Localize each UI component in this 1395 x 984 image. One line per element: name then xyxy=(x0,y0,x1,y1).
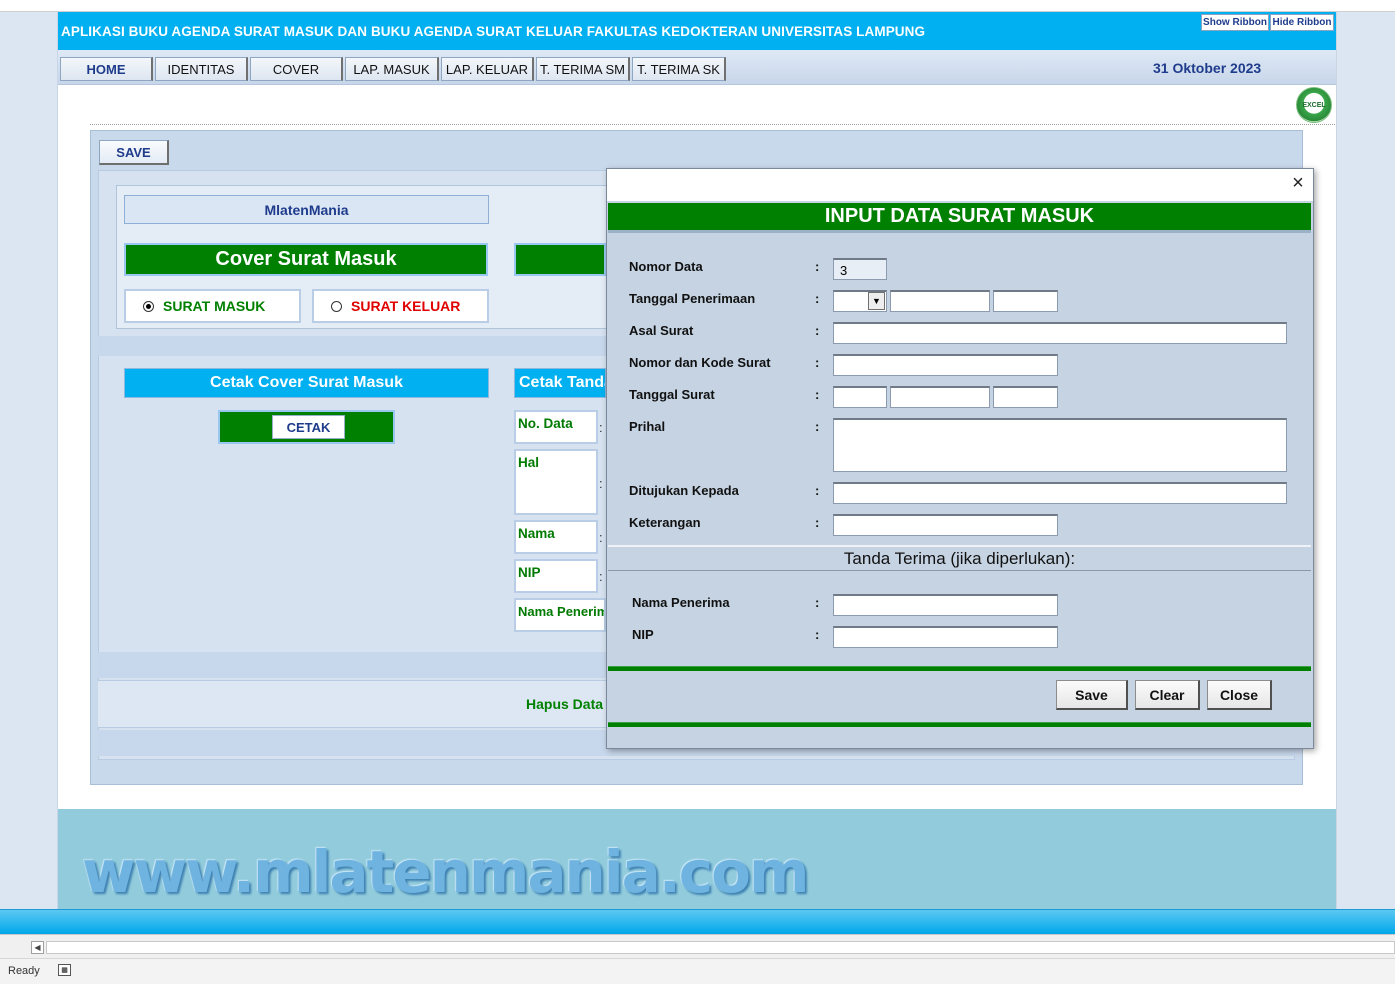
hide-ribbon-button[interactable]: Hide Ribbon xyxy=(1270,14,1334,31)
nomor-data-field[interactable]: 3 xyxy=(833,258,887,280)
dialog-titlebar xyxy=(607,169,1313,201)
label-prihal: Prihal xyxy=(629,419,666,434)
dialog-save-button[interactable]: Save xyxy=(1056,680,1128,710)
cover-banner-2 xyxy=(514,243,606,276)
section-divider xyxy=(608,570,1311,571)
tgl-surat-month-field[interactable] xyxy=(890,386,990,408)
asal-surat-field[interactable] xyxy=(833,322,1287,344)
colon: : xyxy=(815,595,820,610)
colon: : xyxy=(815,291,820,306)
nomor-kode-surat-field[interactable] xyxy=(833,354,1058,376)
tab-t-terima-sm[interactable]: T. TERIMA SM xyxy=(536,57,630,81)
label-nama-penerima: Nama Penerima xyxy=(632,595,730,610)
app-title: APLIKASI BUKU AGENDA SURAT MASUK DAN BUK… xyxy=(61,24,926,39)
radio-surat-keluar[interactable]: SURAT KELUAR xyxy=(312,289,489,323)
colon: : xyxy=(599,420,603,435)
close-icon[interactable]: × xyxy=(1286,171,1310,195)
radio-surat-masuk[interactable]: SURAT MASUK xyxy=(124,289,301,323)
tab-lap-masuk[interactable]: LAP. MASUK xyxy=(345,57,439,81)
label-nomor-kode-surat: Nomor dan Kode Surat xyxy=(629,355,771,370)
tab-cover[interactable]: COVER xyxy=(250,57,343,81)
status-ready: Ready xyxy=(8,965,40,977)
colon: : xyxy=(599,476,603,491)
tab-identitas[interactable]: IDENTITAS xyxy=(155,57,248,81)
green-divider xyxy=(608,722,1311,727)
left-gutter xyxy=(0,12,58,912)
dialog-clear-button[interactable]: Clear xyxy=(1135,680,1200,710)
hapus-data-button[interactable]: Hapus Data xyxy=(526,696,603,712)
tab-lap-keluar[interactable]: LAP. KELUAR xyxy=(441,57,534,81)
tgl-penerimaan-month-field[interactable] xyxy=(890,290,990,312)
colon: : xyxy=(599,569,603,584)
label-tanggal-penerimaan: Tanggal Penerimaan xyxy=(629,291,756,306)
colon: : xyxy=(815,323,820,338)
colon: : xyxy=(815,627,820,642)
keterangan-field[interactable] xyxy=(833,514,1058,536)
nip-field[interactable] xyxy=(833,626,1058,648)
label-ditujukan-kepada: Ditujukan Kepada xyxy=(629,483,739,498)
top-strip xyxy=(0,0,1395,12)
nama-penerima-field[interactable] xyxy=(833,594,1058,616)
save-button[interactable]: SAVE xyxy=(99,140,169,165)
tgl-surat-year-field[interactable] xyxy=(993,386,1058,408)
field-nip: NIP xyxy=(514,559,598,593)
footer-strip xyxy=(0,909,1395,934)
field-nama: Nama xyxy=(514,520,598,554)
radio-label: SURAT KELUAR xyxy=(351,298,461,314)
divider xyxy=(90,124,1335,125)
label-asal-surat: Asal Surat xyxy=(629,323,694,338)
tab-t-terima-sk[interactable]: T. TERIMA SK xyxy=(632,57,726,81)
cetak-button[interactable]: CETAK xyxy=(272,415,345,439)
scroll-left-icon[interactable]: ◀ xyxy=(31,941,44,954)
macro-record-icon[interactable]: ▦ xyxy=(58,964,71,976)
tgl-surat-day-field[interactable] xyxy=(833,386,887,408)
label-nip: NIP xyxy=(632,627,654,642)
field-no-data: No. Data xyxy=(514,410,598,444)
right-gutter xyxy=(1336,12,1395,912)
cetak-cover-heading: Cetak Cover Surat Masuk xyxy=(124,368,489,398)
tgl-penerimaan-year-field[interactable] xyxy=(993,290,1058,312)
colon: : xyxy=(815,515,820,530)
excel-logo: EXCEL xyxy=(1296,87,1332,123)
dialog-title: INPUT DATA SURAT MASUK xyxy=(608,203,1311,233)
current-date: 31 Oktober 2023 xyxy=(1153,60,1262,76)
colon: : xyxy=(815,259,820,274)
colon: : xyxy=(815,419,820,434)
section-divider xyxy=(608,545,1311,547)
horizontal-scrollbar[interactable] xyxy=(46,941,1395,954)
field-nama-penerima: Nama Penerima xyxy=(514,598,606,632)
label-nomor-data: Nomor Data xyxy=(629,259,703,274)
cover-title: Cover Surat Masuk xyxy=(124,243,488,276)
radio-unchecked-icon xyxy=(331,300,342,312)
status-bar xyxy=(0,958,1395,984)
colon: : xyxy=(815,387,820,402)
watermark: www.mlatenmania.com xyxy=(82,838,809,906)
colon: : xyxy=(599,530,603,545)
green-divider xyxy=(608,666,1311,671)
label-tanggal-surat: Tanggal Surat xyxy=(629,387,715,402)
owner-name: MlatenMania xyxy=(124,195,489,224)
colon: : xyxy=(815,483,820,498)
show-ribbon-button[interactable]: Show Ribbon xyxy=(1201,14,1269,31)
colon: : xyxy=(815,355,820,370)
dropdown-arrow-icon[interactable]: ▼ xyxy=(868,292,885,310)
cetak-tanda-heading: Cetak Tanda xyxy=(514,368,606,398)
prihal-textarea[interactable] xyxy=(833,418,1287,472)
radio-checked-icon xyxy=(143,300,154,312)
tab-home[interactable]: HOME xyxy=(60,57,153,81)
tanda-terima-heading: Tanda Terima (jika diperlukan): xyxy=(843,549,1076,568)
ditujukan-kepada-field[interactable] xyxy=(833,482,1287,504)
radio-label: SURAT MASUK xyxy=(163,298,266,314)
field-hal: Hal xyxy=(514,449,598,515)
label-keterangan: Keterangan xyxy=(629,515,701,530)
dialog-close-button[interactable]: Close xyxy=(1207,680,1272,710)
